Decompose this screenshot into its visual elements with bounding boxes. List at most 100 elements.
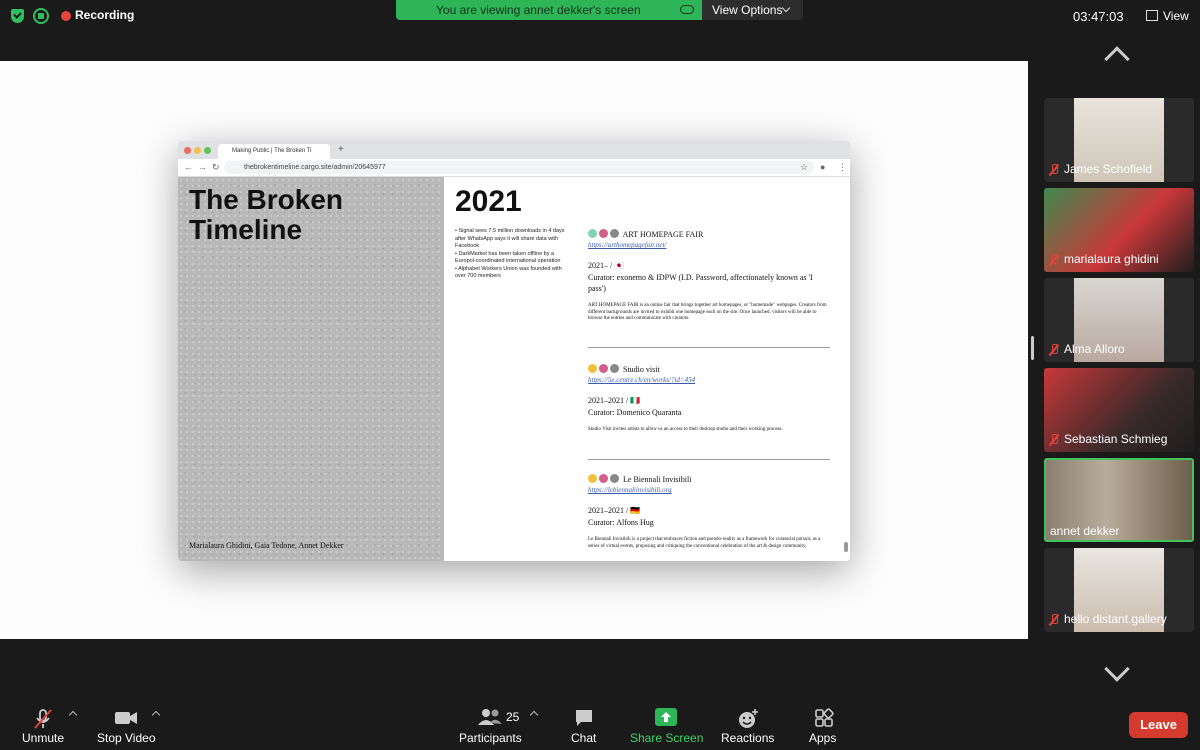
top-bar: Recording You are viewing annet dekker's… [0,0,1200,32]
panel-scrollbar[interactable] [1031,336,1034,360]
site-sidebar: The Broken Timeline Marialaura Ghidini, … [178,177,444,561]
entry-description: ART HOMEPAGE FAIR is an online fair that… [588,303,827,321]
entry-link[interactable]: https://5e.centre.ch/en/works/?id=454 [588,376,830,384]
scroll-up-icon[interactable] [1104,46,1130,72]
tag-icon [610,474,619,483]
unmute-button[interactable]: Unmute [18,700,70,750]
browser-window: Making Public | The Broken Ti + ← → ↻ th… [178,141,850,561]
participant-tile[interactable]: James Schofield [1044,98,1194,182]
timeline-entry: ART HOMEPAGE FAIR https://arthomepagefai… [588,229,830,323]
site-title-line-1: The Broken [189,184,344,215]
participant-tile[interactable]: marialaura ghidini [1044,188,1194,272]
profile-icon[interactable]: ● [820,162,825,172]
entry-dates: 2021–2021 / 🇩🇪 [588,506,641,515]
minimize-window-icon[interactable] [194,147,201,154]
news-list: • Signal sees 7.5 million downloads in 4… [455,228,573,281]
participant-tile[interactable]: Sebastian Schmieg [1044,368,1194,452]
news-item: • Alphabet Workers Union was founded wit… [455,265,562,280]
apps-label: Apps [809,731,837,745]
participant-name: James Schofield [1048,162,1190,178]
mic-muted-icon [1048,254,1060,266]
tag-icon [610,364,619,373]
zoom-meeting-window: Recording You are viewing annet dekker's… [0,0,1200,750]
divider [588,347,830,348]
reactions-button[interactable]: Reactions [718,700,776,750]
site-content: 2021 • Signal sees 7.5 million downloads… [444,177,850,561]
close-window-icon[interactable] [184,147,191,154]
tag-icon [599,364,608,373]
entry-title: ART HOMEPAGE FAIR [622,230,704,239]
view-options-label: View Options [712,3,783,17]
entry-description: Studio Visit invites artists to allow us… [588,427,783,432]
browser-menu-icon[interactable]: ⋮ [838,162,847,173]
viewing-screen-text: You are viewing annet dekker's screen [436,3,641,17]
entry-dates: 2021– / 🇯🇵 [588,261,625,270]
share-screen-icon [655,708,677,726]
news-item: • DarkMarket has been taken offline by a… [455,250,561,265]
participants-button[interactable]: 25 Participants [456,700,526,750]
share-screen-button[interactable]: Share Screen [628,700,704,750]
stop-video-label: Stop Video [97,731,156,745]
chevron-down-icon [781,3,791,13]
unmute-label: Unmute [22,731,65,745]
stop-video-button[interactable]: Stop Video [94,700,160,750]
divider [588,459,830,460]
back-icon[interactable]: ← [184,162,193,172]
encryption-icon[interactable] [33,8,49,24]
reactions-smiley-icon [739,709,758,728]
chat-icon [576,710,592,726]
view-options-button[interactable]: View Options [702,0,803,20]
participant-tile[interactable]: hello distant.gallery [1044,548,1194,632]
page-scrollbar[interactable] [844,542,848,552]
participant-name: annet dekker [1050,524,1120,538]
entry-curator: Curator: Alfons Hug [588,518,654,527]
scroll-down-icon[interactable] [1104,656,1130,682]
chat-label: Chat [571,731,597,745]
mic-muted-icon [1048,344,1060,356]
shield-check-icon[interactable] [11,9,24,23]
bookmark-star-icon[interactable]: ☆ [800,162,808,173]
tag-icon [599,474,608,483]
entry-curator: Curator: Domenico Quaranta [588,408,682,417]
entry-link[interactable]: https://lebiennaliinvisibili.org [588,486,830,494]
share-screen-label: Share Screen [630,731,704,745]
view-button[interactable]: View [1146,9,1189,23]
tag-icon [610,229,619,238]
apps-button[interactable]: Apps [806,700,842,750]
participants-caret-icon[interactable] [529,710,539,720]
address-bar: ← → ↻ thebrokentimeline.cargo.site/admin… [178,159,850,177]
reactions-label: Reactions [721,731,775,745]
viewing-screen-banner: You are viewing annet dekker's screen [396,0,702,20]
timeline-entry: Studio visit https://5e.centre.ch/en/wor… [588,364,830,434]
entry-description: Le Biennali Invisibili is a project that… [588,537,821,549]
new-tab-button[interactable]: + [338,144,344,155]
entry-link[interactable]: https://arthomepagefair.net/ [588,241,830,249]
participant-name: marialaura ghidini [1048,252,1190,268]
audio-options-caret-icon[interactable] [68,710,78,720]
tag-icon [599,229,608,238]
participant-count: 25 [506,710,520,724]
meeting-timer: 03:47:03 [1073,9,1124,24]
url-field[interactable]: thebrokentimeline.cargo.site/admin/20645… [224,161,814,174]
browser-tab[interactable]: Making Public | The Broken Ti [218,144,330,159]
chat-button[interactable]: Chat [565,700,603,750]
shared-screen: Making Public | The Broken Ti + ← → ↻ th… [0,61,1028,639]
mic-muted-icon [34,709,52,729]
mic-muted-icon [1048,164,1060,176]
video-camera-icon [115,712,137,724]
participant-tile[interactable]: Alma Alloro [1044,278,1194,362]
news-item: • Signal sees 7.5 million downloads in 4… [455,228,565,249]
participant-name: hello distant.gallery [1048,612,1190,628]
maximize-window-icon[interactable] [204,147,211,154]
leave-button[interactable]: Leave [1129,712,1188,738]
entry-header: Le Biennali Invisibili [588,474,830,485]
participants-icon [478,709,502,725]
year-heading: 2021 [455,185,522,218]
cloud-icon [680,5,694,14]
meeting-toolbar: Unmute Stop Video 25 Participants Chat S… [0,700,1200,750]
reload-icon[interactable]: ↻ [212,162,220,173]
participant-tile-active-speaker[interactable]: annet dekker [1044,458,1194,542]
forward-icon[interactable]: → [198,162,207,172]
entry-header: Studio visit [588,364,830,375]
recording-dot-icon [61,11,71,21]
